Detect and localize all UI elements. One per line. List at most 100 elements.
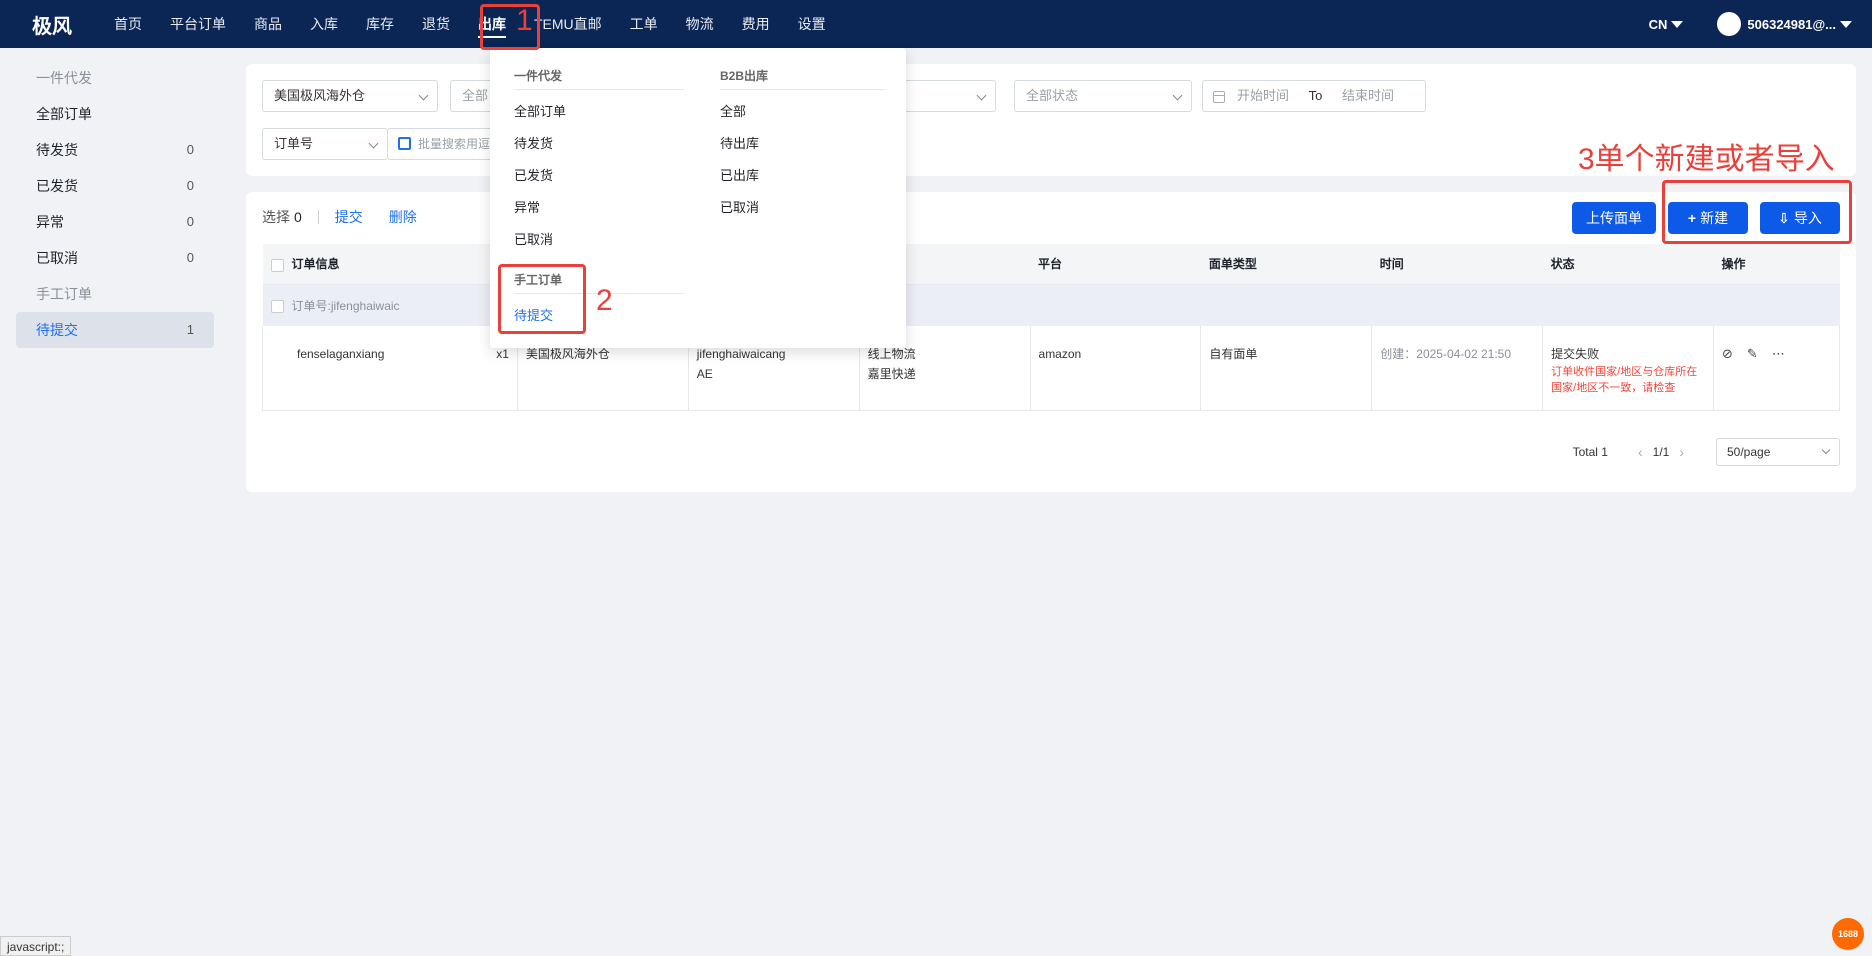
sidebar-item-label: 待提交 xyxy=(36,322,78,338)
avatar xyxy=(1717,12,1742,36)
method-carrier: 嘉里快递 xyxy=(867,367,916,381)
more-icon[interactable]: ⋯ xyxy=(1772,344,1785,364)
nav-platform-orders[interactable]: 平台订单 xyxy=(156,0,240,48)
chevron-down-icon xyxy=(976,90,987,101)
date-range-to: To xyxy=(1308,88,1323,103)
annotation-box-3 xyxy=(1662,180,1852,244)
delete-button[interactable]: 删除 xyxy=(389,207,417,227)
start-time-placeholder: 开始时间 xyxy=(1237,88,1290,103)
sidebar-item-all-orders[interactable]: 全部订单 xyxy=(16,96,214,132)
warehouse-select-value: 美国极风海外仓 xyxy=(274,88,366,103)
chevron-down-icon xyxy=(1172,90,1183,101)
menu-item-exception[interactable]: 异常 xyxy=(514,192,684,224)
col-ops: 操作 xyxy=(1713,244,1840,285)
cell-status: 提交失败 订单收件国家/地区与仓库所在国家/地区不一致，请检查 xyxy=(1542,326,1714,411)
product-name: fenselaganxiang xyxy=(297,347,385,361)
nav-fees[interactable]: 费用 xyxy=(728,0,784,48)
warehouse-select[interactable]: 美国极风海外仓 xyxy=(262,80,438,112)
sidebar-item-pending-ship[interactable]: 待发货 0 xyxy=(16,132,214,168)
menu-item-pending-ship[interactable]: 待发货 xyxy=(514,128,684,160)
select-all-checkbox[interactable] xyxy=(270,258,284,272)
search-field-select[interactable]: 订单号 xyxy=(262,128,388,160)
status-select[interactable]: 全部状态 xyxy=(1014,80,1192,112)
caret-down-icon xyxy=(1671,20,1684,28)
sidebar-item-cancelled[interactable]: 已取消 0 xyxy=(16,240,214,276)
order-checkbox[interactable] xyxy=(270,300,284,314)
created-time: 创建：2025-04-02 21:50 xyxy=(1380,347,1512,361)
sidebar-item-exception[interactable]: 异常 0 xyxy=(16,204,214,240)
chevron-down-icon xyxy=(418,90,429,101)
nav-returns[interactable]: 退货 xyxy=(408,0,464,48)
cell-label-type: 自有面单 xyxy=(1200,326,1373,411)
menu-item-b2b-cancelled[interactable]: 已取消 xyxy=(720,192,886,224)
batch-search-placeholder: 批量搜索用逗 xyxy=(418,137,491,151)
col-status: 状态 xyxy=(1542,244,1714,285)
corner-badge-icon[interactable]: 1688 xyxy=(1832,918,1864,950)
consignee-country: AE xyxy=(696,367,713,381)
pagination: Total 1 ‹ 1/1 › 50/page xyxy=(1573,438,1840,466)
sidebar-group-dropship: 一件代发 xyxy=(36,70,92,86)
language-switch[interactable]: CN xyxy=(1649,17,1684,32)
nav-settings[interactable]: 设置 xyxy=(784,0,840,48)
dropdown-col-b2b: B2B出库 全部 待出库 已出库 已取消 xyxy=(720,62,886,224)
order-number: 订单号:jifenghaiwaic xyxy=(291,298,400,313)
search-field-value: 订单号 xyxy=(274,136,314,151)
nav-home[interactable]: 首页 xyxy=(100,0,156,48)
nav-logistics[interactable]: 物流 xyxy=(672,0,728,48)
status-select-value: 全部状态 xyxy=(1026,88,1079,103)
user-menu[interactable]: 506324981@... xyxy=(1717,12,1852,36)
selected-count: 选择 0 xyxy=(262,207,302,227)
col-time: 时间 xyxy=(1371,244,1543,285)
status-error: 订单收件国家/地区与仓库所在国家/地区不一致，请检查 xyxy=(1551,366,1698,394)
annotation-label-3: 3单个新建或者导入 xyxy=(1578,143,1835,176)
prev-page-icon[interactable]: ‹ xyxy=(1638,444,1643,460)
sidebar-item-label: 待发货 xyxy=(36,142,78,158)
menu-item-all-orders[interactable]: 全部订单 xyxy=(514,96,684,128)
cell-ops: ⊘ ✎ ⋯ xyxy=(1713,326,1840,411)
col-label-type: 面单类型 xyxy=(1200,244,1372,285)
page-size-select[interactable]: 50/page xyxy=(1716,438,1840,466)
menu-item-cancelled[interactable]: 已取消 xyxy=(514,224,684,256)
chevron-down-icon xyxy=(368,138,379,149)
row-actions: ⊘ ✎ ⋯ xyxy=(1722,344,1831,364)
sidebar-group-manual-orders: 手工订单 xyxy=(36,286,92,302)
nav-inbound[interactable]: 入库 xyxy=(296,0,352,48)
sidebar-item-label: 异常 xyxy=(36,214,64,230)
selected-number: 0 xyxy=(294,209,302,225)
sidebar: 一件代发 全部订单 待发货 0 已发货 0 异常 0 已取消 0 手工订单 待提… xyxy=(0,48,230,956)
menu-item-b2b-pending[interactable]: 待出库 xyxy=(720,128,886,160)
menu-item-b2b-shipped[interactable]: 已出库 xyxy=(720,160,886,192)
calendar-icon xyxy=(1213,91,1225,103)
col-order-info-label: 订单信息 xyxy=(291,257,340,272)
upload-label-text: 上传面单 xyxy=(1586,210,1642,226)
pager-page: 1/1 xyxy=(1652,445,1670,459)
caret-down-icon xyxy=(1840,20,1852,28)
edit-icon[interactable]: ✎ xyxy=(1747,344,1758,364)
nav-products[interactable]: 商品 xyxy=(240,0,296,48)
batch-search-icon xyxy=(398,137,411,150)
menu-item-shipped[interactable]: 已发货 xyxy=(514,160,684,192)
col-platform: 平台 xyxy=(1030,244,1201,285)
col-order-info: 订单信息 xyxy=(262,244,518,285)
next-page-icon[interactable]: › xyxy=(1679,444,1684,460)
nav-tickets[interactable]: 工单 xyxy=(616,0,672,48)
bulk-toolbar: 选择 0 提交 删除 xyxy=(262,206,443,228)
annotation-label-1: 1 xyxy=(516,4,533,37)
annotation-label-2: 2 xyxy=(596,284,613,317)
menu-item-b2b-all[interactable]: 全部 xyxy=(720,96,886,128)
sidebar-item-pending-submit[interactable]: 待提交 1 xyxy=(16,312,214,348)
sidebar-item-label: 全部订单 xyxy=(36,106,92,122)
user-name: 506324981@... xyxy=(1747,16,1836,32)
nav-inventory[interactable]: 库存 xyxy=(352,0,408,48)
submit-button[interactable]: 提交 xyxy=(335,207,363,227)
app-logo[interactable]: 极风 xyxy=(0,10,100,39)
date-range-picker[interactable]: 开始时间 To 结束时间 xyxy=(1202,80,1426,112)
sidebar-item-label: 已取消 xyxy=(36,250,78,266)
sidebar-item-shipped[interactable]: 已发货 0 xyxy=(16,168,214,204)
check-icon[interactable]: ⊘ xyxy=(1722,344,1733,364)
upload-label-button[interactable]: 上传面单 xyxy=(1572,202,1656,234)
batch-search-input[interactable]: 批量搜索用逗 xyxy=(387,128,497,160)
page-size-value: 50/page xyxy=(1727,445,1771,459)
sidebar-item-count: 0 xyxy=(186,214,194,229)
top-navbar: 极风 首页 平台订单 商品 入库 库存 退货 出库 TEMU直邮 工单 物流 费… xyxy=(0,0,1872,48)
